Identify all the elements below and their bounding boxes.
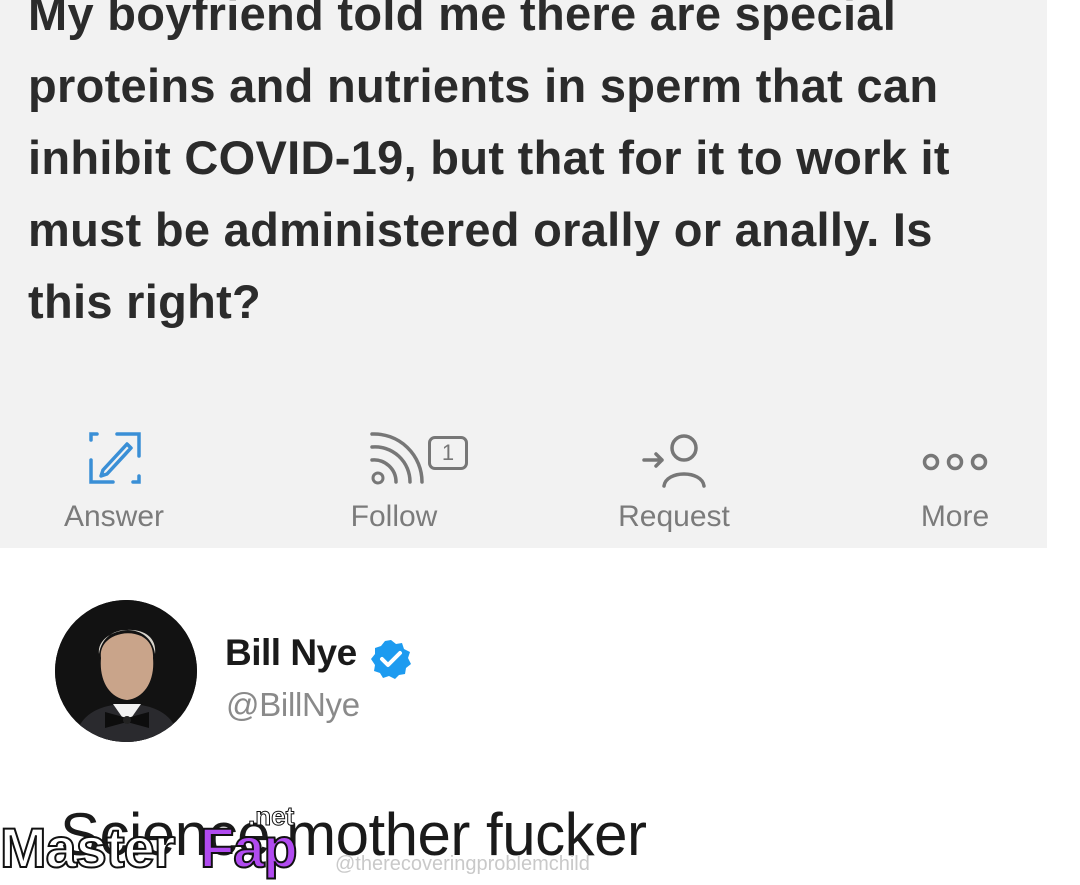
question-action-bar: Answer 1 Follow Request More xyxy=(0,430,1047,540)
watermark-suffix: .net xyxy=(247,801,295,832)
more-button[interactable]: More xyxy=(855,430,1055,540)
user-handle[interactable]: @BillNye xyxy=(226,686,360,724)
watermark-brand-part1: Master xyxy=(0,815,177,880)
question-card: My boyfriend told me there are special p… xyxy=(0,0,1047,548)
edit-square-icon xyxy=(87,430,143,491)
answer-button[interactable]: Answer xyxy=(14,430,214,540)
follow-count: 1 xyxy=(441,440,455,465)
avatar[interactable] xyxy=(55,600,197,742)
follow-count-badge: 1 xyxy=(428,436,468,470)
request-user-icon xyxy=(642,430,706,495)
display-name[interactable]: Bill Nye xyxy=(225,632,357,674)
request-label: Request xyxy=(618,500,730,533)
request-button[interactable]: Request xyxy=(574,430,774,540)
more-dots-icon xyxy=(921,430,989,495)
more-label: More xyxy=(920,500,990,533)
verified-badge-icon xyxy=(370,638,412,685)
answer-label: Answer xyxy=(63,500,165,533)
image-credit: @therecoveringproblemchild xyxy=(335,853,590,875)
follow-button[interactable]: 1 Follow xyxy=(294,430,494,540)
watermark-logo: Master Fap .net xyxy=(0,801,310,885)
follow-label: Follow xyxy=(350,500,438,533)
question-text: My boyfriend told me there are special p… xyxy=(28,0,950,328)
